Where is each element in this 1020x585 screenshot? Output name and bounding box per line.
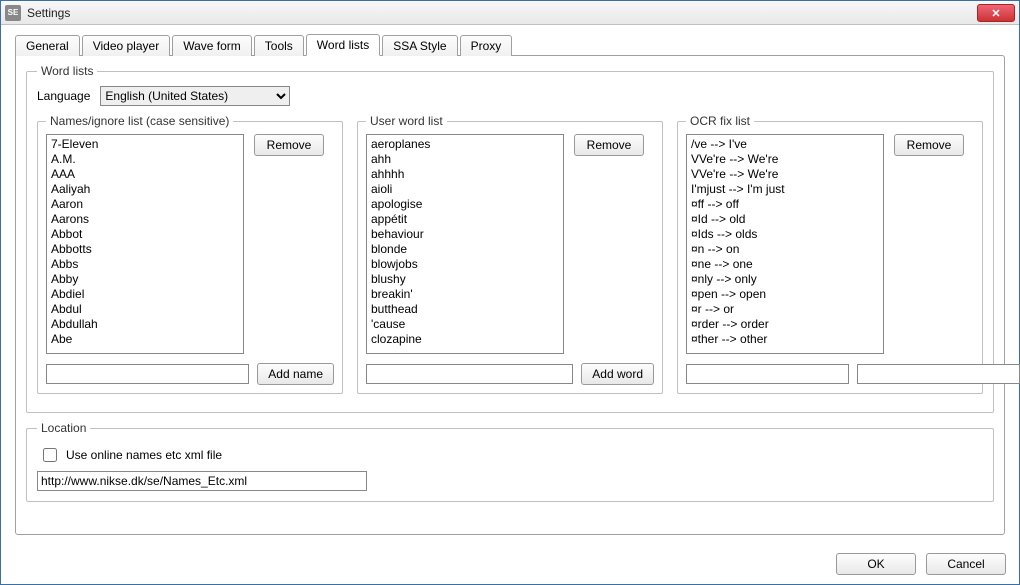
names-listbox[interactable]: 7-ElevenA.M.AAAAaliyahAaronAaronsAbbotAb… xyxy=(46,134,244,354)
list-item[interactable]: Abdullah xyxy=(51,317,243,332)
cancel-button[interactable]: Cancel xyxy=(926,553,1006,575)
window-title: Settings xyxy=(27,6,70,20)
footer-buttons: OK Cancel xyxy=(836,553,1006,575)
list-item[interactable]: ¤ne --> one xyxy=(691,257,883,272)
tab-general[interactable]: General xyxy=(15,35,80,56)
titlebar: SE Settings ✕ xyxy=(1,1,1019,25)
list-item[interactable]: A.M. xyxy=(51,152,243,167)
list-item[interactable]: AAA xyxy=(51,167,243,182)
list-item[interactable]: blonde xyxy=(371,242,563,257)
user-listbox[interactable]: aeroplanesahhahhhhaioliapologiseappétitb… xyxy=(366,134,564,354)
tab-video-player[interactable]: Video player xyxy=(82,35,171,56)
language-row: Language English (United States) xyxy=(37,86,983,106)
ocr-panel: OCR fix list /ve --> I'veVVe're --> We'r… xyxy=(677,114,983,402)
list-item[interactable]: Aarons xyxy=(51,212,243,227)
list-item[interactable]: Abdul xyxy=(51,302,243,317)
list-item[interactable]: behaviour xyxy=(371,227,563,242)
list-item[interactable]: ¤n --> on xyxy=(691,242,883,257)
list-item[interactable]: ¤nly --> only xyxy=(691,272,883,287)
location-legend: Location xyxy=(37,421,90,435)
tab-proxy[interactable]: Proxy xyxy=(460,35,513,56)
list-item[interactable]: Abe xyxy=(51,332,243,347)
list-item[interactable]: ¤rder --> order xyxy=(691,317,883,332)
names-remove-button[interactable]: Remove xyxy=(254,134,324,156)
list-item[interactable]: blushy xyxy=(371,272,563,287)
list-item[interactable]: ahhhh xyxy=(371,167,563,182)
list-item[interactable]: aioli xyxy=(371,182,563,197)
list-item[interactable]: ¤pen --> open xyxy=(691,287,883,302)
tab-ssa-style[interactable]: SSA Style xyxy=(382,35,457,56)
names-add-button[interactable]: Add name xyxy=(257,363,334,385)
list-item[interactable]: ¤Id --> old xyxy=(691,212,883,227)
ocr-remove-button[interactable]: Remove xyxy=(894,134,964,156)
ocr-add-input-to[interactable] xyxy=(857,364,1020,384)
list-item[interactable]: VVe're --> We're xyxy=(691,152,883,167)
ocr-add-input-from[interactable] xyxy=(686,364,849,384)
list-item[interactable]: Abbotts xyxy=(51,242,243,257)
url-input[interactable] xyxy=(37,471,367,491)
list-item[interactable]: ¤ff --> off xyxy=(691,197,883,212)
list-item[interactable]: /ve --> I've xyxy=(691,137,883,152)
content-area: GeneralVideo playerWave formToolsWord li… xyxy=(1,25,1019,543)
names-panel: Names/ignore list (case sensitive) 7-Ele… xyxy=(37,114,343,402)
list-item[interactable]: Abby xyxy=(51,272,243,287)
list-item[interactable]: Aaliyah xyxy=(51,182,243,197)
user-add-button[interactable]: Add word xyxy=(581,363,654,385)
list-item[interactable]: 'cause xyxy=(371,317,563,332)
list-item[interactable]: Aaron xyxy=(51,197,243,212)
list-item[interactable]: ¤Ids --> olds xyxy=(691,227,883,242)
user-panel: User word list aeroplanesahhahhhhaioliap… xyxy=(357,114,663,402)
wordlists-fieldset: Word lists Language English (United Stat… xyxy=(26,64,994,413)
list-item[interactable]: Abdiel xyxy=(51,287,243,302)
list-item[interactable]: ¤r --> or xyxy=(691,302,883,317)
user-add-input[interactable] xyxy=(366,364,573,384)
tab-wave-form[interactable]: Wave form xyxy=(172,35,252,56)
close-button[interactable]: ✕ xyxy=(977,4,1015,22)
names-add-input[interactable] xyxy=(46,364,249,384)
three-panels: Names/ignore list (case sensitive) 7-Ele… xyxy=(37,114,983,402)
list-item[interactable]: ahh xyxy=(371,152,563,167)
list-item[interactable]: appétit xyxy=(371,212,563,227)
list-item[interactable]: 7-Eleven xyxy=(51,137,243,152)
names-legend: Names/ignore list (case sensitive) xyxy=(46,114,233,128)
ocr-legend: OCR fix list xyxy=(686,114,754,128)
list-item[interactable]: ¤ther --> other xyxy=(691,332,883,347)
list-item[interactable]: I'mjust --> I'm just xyxy=(691,182,883,197)
wordlists-legend: Word lists xyxy=(37,64,97,78)
list-item[interactable]: aeroplanes xyxy=(371,137,563,152)
language-label: Language xyxy=(37,89,90,103)
ok-button[interactable]: OK xyxy=(836,553,916,575)
user-legend: User word list xyxy=(366,114,447,128)
list-item[interactable]: Abbot xyxy=(51,227,243,242)
list-item[interactable]: VVe're --> We're xyxy=(691,167,883,182)
list-item[interactable]: apologise xyxy=(371,197,563,212)
ocr-listbox[interactable]: /ve --> I'veVVe're --> We'reVVe're --> W… xyxy=(686,134,884,354)
list-item[interactable]: breakin' xyxy=(371,287,563,302)
list-item[interactable]: clozapine xyxy=(371,332,563,347)
language-select[interactable]: English (United States) xyxy=(100,86,290,106)
user-remove-button[interactable]: Remove xyxy=(574,134,644,156)
tabs: GeneralVideo playerWave formToolsWord li… xyxy=(15,34,1005,56)
close-icon: ✕ xyxy=(991,7,1000,20)
location-section: Location Use online names etc xml file xyxy=(26,421,994,502)
app-icon: SE xyxy=(5,5,21,21)
list-item[interactable]: butthead xyxy=(371,302,563,317)
tabpanel-wordlists: Word lists Language English (United Stat… xyxy=(15,55,1005,535)
list-item[interactable]: Abbs xyxy=(51,257,243,272)
tab-word-lists[interactable]: Word lists xyxy=(306,34,380,56)
use-online-checkbox[interactable] xyxy=(43,448,57,462)
tab-tools[interactable]: Tools xyxy=(254,35,304,56)
list-item[interactable]: blowjobs xyxy=(371,257,563,272)
use-online-label: Use online names etc xml file xyxy=(66,448,222,462)
